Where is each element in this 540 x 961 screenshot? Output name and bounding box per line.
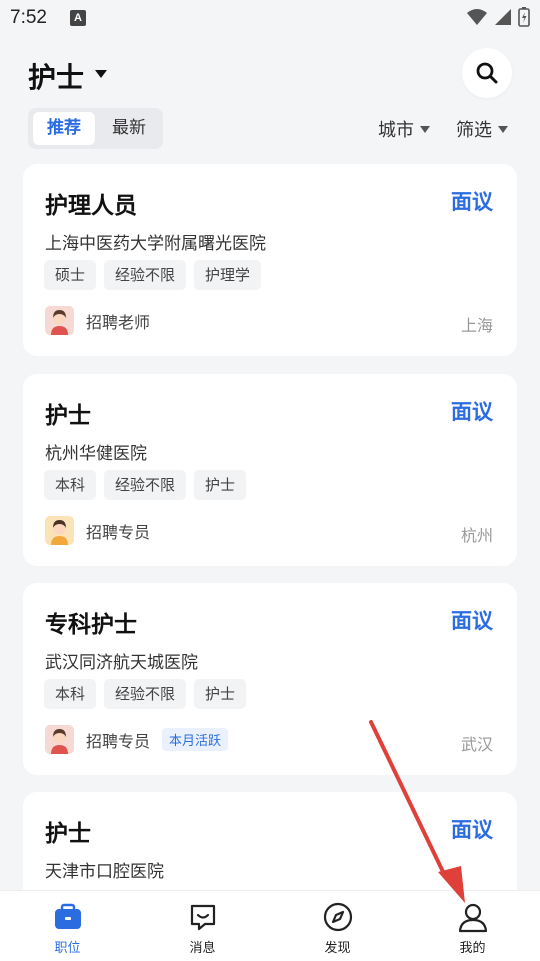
search-icon — [476, 62, 498, 84]
tag-major: 护理学 — [194, 260, 262, 290]
job-city: 武汉 — [460, 735, 493, 754]
search-button[interactable] — [462, 48, 512, 98]
active-badge: 本月活跃 — [162, 728, 229, 751]
recruiter-avatar — [45, 725, 74, 754]
tab-recommended[interactable]: 推荐 — [33, 112, 95, 145]
signal-icon — [495, 9, 511, 25]
job-tags: 本科 经验不限 护士 — [44, 679, 247, 709]
sort-tabs: 推荐 最新 — [28, 108, 163, 149]
notification-icon: A — [70, 10, 86, 26]
recruiter-avatar — [45, 516, 74, 545]
tag-education: 本科 — [44, 679, 97, 709]
nav-messages[interactable]: 消息 — [135, 891, 270, 961]
tag-education: 本科 — [44, 470, 97, 500]
status-bar: 7:52 A — [0, 0, 540, 36]
job-tags: 本科 经验不限 护士 — [44, 470, 247, 500]
nav-label: 消息 — [189, 941, 216, 956]
caret-down-icon — [498, 125, 508, 133]
job-card[interactable]: 护理人员 面议 上海中医药大学附属曙光医院 硕士 经验不限 护理学 招聘老师 上… — [23, 164, 517, 356]
job-salary: 面议 — [451, 609, 493, 633]
page-title[interactable]: 护士 — [28, 56, 84, 96]
recruiter-name: 招聘专员 — [86, 522, 151, 542]
profile-icon — [458, 903, 487, 933]
nav-label: 职位 — [54, 941, 81, 956]
recruiter-name: 招聘老师 — [86, 312, 151, 332]
job-card[interactable]: 护士 面议 杭州华健医院 本科 经验不限 护士 招聘专员 杭州 — [23, 374, 517, 566]
more-filter[interactable]: 筛选 — [456, 116, 508, 142]
recruiter-avatar — [45, 306, 74, 335]
compass-icon — [323, 902, 352, 932]
top-bar: 护士 — [0, 44, 540, 104]
message-icon — [190, 904, 215, 931]
job-title: 专科护士 — [45, 612, 137, 638]
nav-jobs[interactable]: 职位 — [0, 891, 135, 961]
job-salary: 面议 — [451, 400, 493, 424]
hospital-name: 武汉同济航天城医院 — [45, 653, 198, 673]
tag-major: 护士 — [194, 679, 247, 709]
nav-profile[interactable]: 我的 — [405, 891, 540, 961]
tag-major: 护士 — [194, 470, 247, 500]
bottom-nav: 职位 消息 发现 我的 — [0, 890, 540, 961]
job-title: 护士 — [45, 821, 91, 847]
city-filter[interactable]: 城市 — [378, 116, 430, 142]
nav-label: 我的 — [459, 941, 486, 956]
hospital-name: 天津市口腔医院 — [45, 862, 164, 882]
status-time: 7:52 — [10, 7, 47, 28]
tag-experience: 经验不限 — [104, 679, 187, 709]
more-filter-label: 筛选 — [456, 120, 492, 141]
job-salary: 面议 — [451, 818, 493, 842]
recruiter: 招聘专员 本月活跃 — [45, 725, 229, 754]
tag-education: 硕士 — [44, 260, 97, 290]
tab-latest[interactable]: 最新 — [100, 112, 158, 145]
job-title: 护理人员 — [45, 193, 137, 219]
job-salary: 面议 — [451, 190, 493, 214]
city-filter-label: 城市 — [378, 120, 414, 141]
nav-label: 发现 — [324, 941, 351, 956]
caret-down-icon[interactable] — [94, 69, 108, 79]
caret-down-icon — [420, 125, 430, 133]
wifi-icon — [467, 9, 487, 25]
hospital-name: 上海中医药大学附属曙光医院 — [45, 234, 266, 254]
job-title: 护士 — [45, 403, 91, 429]
job-tags: 硕士 经验不限 护理学 — [44, 260, 262, 290]
job-city: 上海 — [460, 316, 493, 335]
status-icons — [466, 7, 530, 27]
hospital-name: 杭州华健医院 — [45, 444, 147, 464]
recruiter: 招聘老师 — [45, 306, 150, 335]
nav-discover[interactable]: 发现 — [270, 891, 405, 961]
tag-experience: 经验不限 — [104, 260, 187, 290]
briefcase-icon — [54, 903, 81, 929]
job-card[interactable]: 护士 面议 天津市口腔医院 — [23, 792, 517, 902]
job-city: 杭州 — [460, 526, 493, 545]
recruiter: 招聘专员 — [45, 516, 150, 545]
job-card[interactable]: 专科护士 面议 武汉同济航天城医院 本科 经验不限 护士 招聘专员 本月活跃 武… — [23, 583, 517, 775]
battery-icon — [518, 7, 530, 27]
tag-experience: 经验不限 — [104, 470, 187, 500]
recruiter-name: 招聘专员 — [86, 731, 151, 751]
